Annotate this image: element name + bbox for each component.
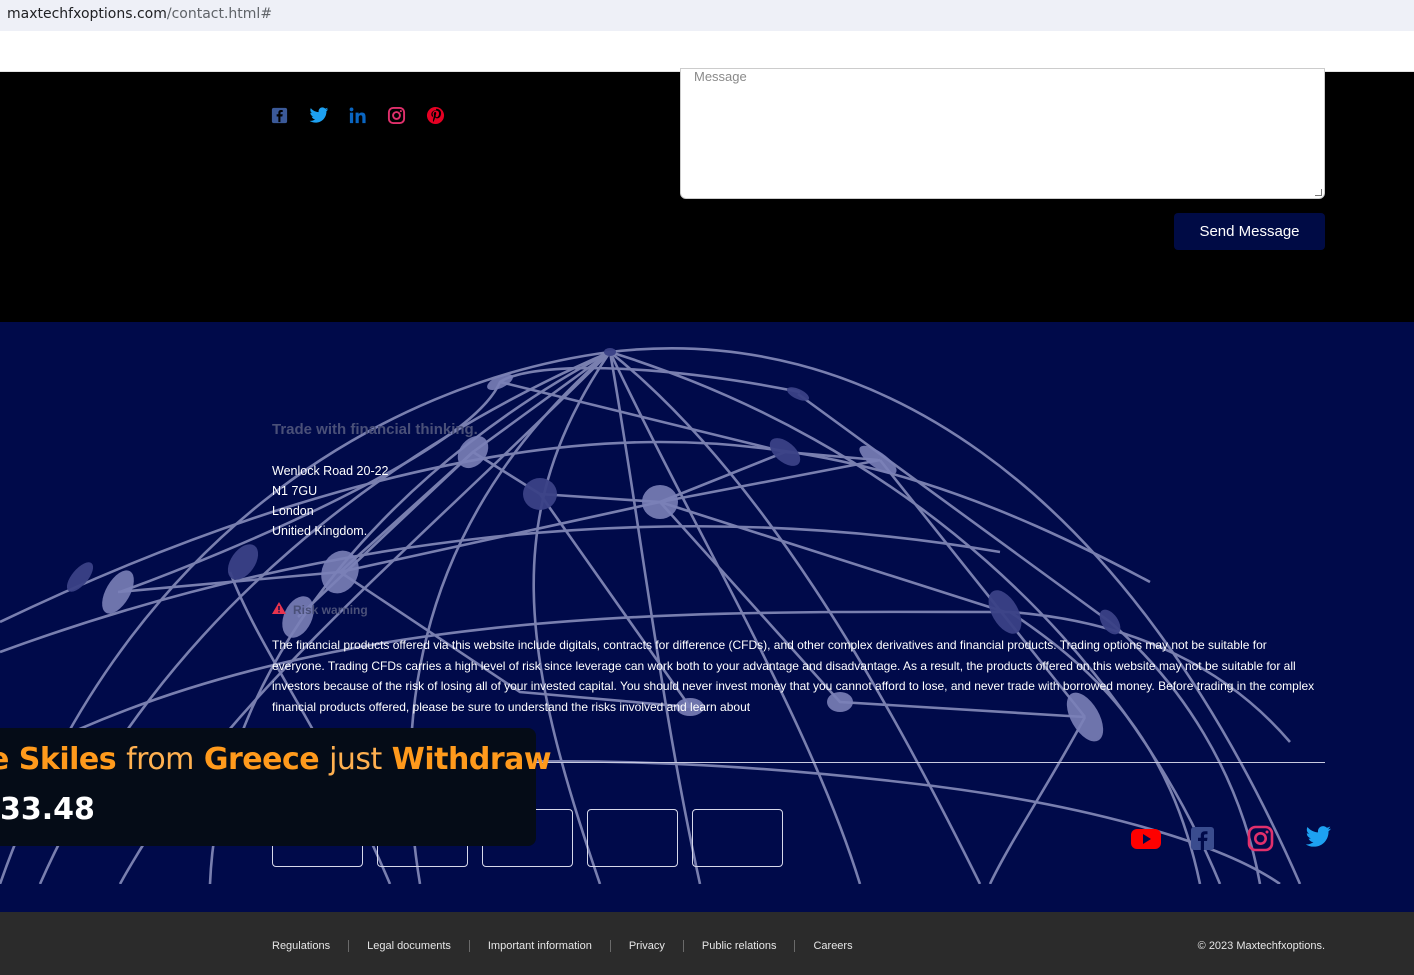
- risk-warning-title: Risk warning: [293, 602, 368, 617]
- link-separator: [682, 940, 684, 952]
- notification-from: from: [126, 742, 194, 777]
- instagram-icon[interactable]: [387, 106, 406, 125]
- send-message-button[interactable]: Send Message: [1174, 213, 1325, 250]
- copyright: © 2023 Maxtechfxoptions.: [1197, 940, 1325, 952]
- link-separator: [609, 940, 611, 952]
- address-line: N1 7GU: [272, 484, 318, 498]
- risk-warning-text: The financial products offered via this …: [272, 638, 1315, 714]
- address-line: Wenlock Road 20-22: [272, 464, 389, 478]
- footer-social-links: [1131, 825, 1332, 852]
- legal-bar: Regulations Legal documents Important in…: [0, 912, 1414, 975]
- legal-links: Regulations Legal documents Important in…: [272, 940, 853, 952]
- pinterest-icon[interactable]: [426, 106, 445, 125]
- address-bar[interactable]: maxtechfxoptions.com/contact.html#: [0, 0, 1414, 31]
- twitter-icon[interactable]: [309, 106, 329, 125]
- link-separator: [468, 940, 470, 952]
- resize-handle[interactable]: [1315, 189, 1322, 196]
- notification-country: Greece: [203, 742, 320, 777]
- message-placeholder: Message: [694, 69, 747, 84]
- instagram-icon[interactable]: [1247, 825, 1274, 852]
- notification-name: e Skiles: [0, 742, 117, 777]
- warning-icon: [272, 602, 286, 617]
- facebook-icon[interactable]: [270, 106, 289, 125]
- link-separator: [348, 940, 350, 952]
- risk-warning-heading: Risk warning: [272, 602, 368, 617]
- url-host: maxtechfxoptions.com: [7, 6, 167, 22]
- notification-headline: e Skiles from Greece just Withdraw: [0, 742, 552, 777]
- address-line: Unitied Kingdom.: [272, 524, 368, 538]
- facebook-icon[interactable]: [1189, 825, 1216, 852]
- notification-action: Withdraw: [391, 742, 552, 777]
- message-textarea[interactable]: Message: [680, 68, 1325, 199]
- link-separator: [794, 940, 796, 952]
- linkedin-icon[interactable]: [348, 106, 367, 125]
- link-privacy[interactable]: Privacy: [629, 940, 665, 952]
- link-careers[interactable]: Careers: [813, 940, 852, 952]
- notification-amount: 33.48: [0, 792, 95, 827]
- url-path: /contact.html#: [166, 6, 273, 22]
- address-line: London: [272, 504, 314, 518]
- contact-social-links: [270, 106, 445, 125]
- youtube-icon[interactable]: [1131, 825, 1161, 852]
- payment-badge: [587, 809, 678, 867]
- site-header-strip: [0, 31, 1414, 72]
- notification-just: just: [329, 742, 382, 777]
- link-public-relations[interactable]: Public relations: [702, 940, 777, 952]
- footer-tagline: Trade with financial thinking.: [272, 421, 478, 438]
- link-legal-documents[interactable]: Legal documents: [367, 940, 451, 952]
- company-address: Wenlock Road 20-22 N1 7GU London Unitied…: [272, 461, 389, 541]
- contact-section: Message Send Message: [0, 68, 1414, 322]
- link-important-information[interactable]: Important information: [488, 940, 592, 952]
- payment-badge: [692, 809, 783, 867]
- withdrawal-notification[interactable]: e Skiles from Greece just Withdraw 33.48: [0, 728, 552, 846]
- twitter-icon[interactable]: [1305, 825, 1332, 852]
- link-regulations[interactable]: Regulations: [272, 940, 330, 952]
